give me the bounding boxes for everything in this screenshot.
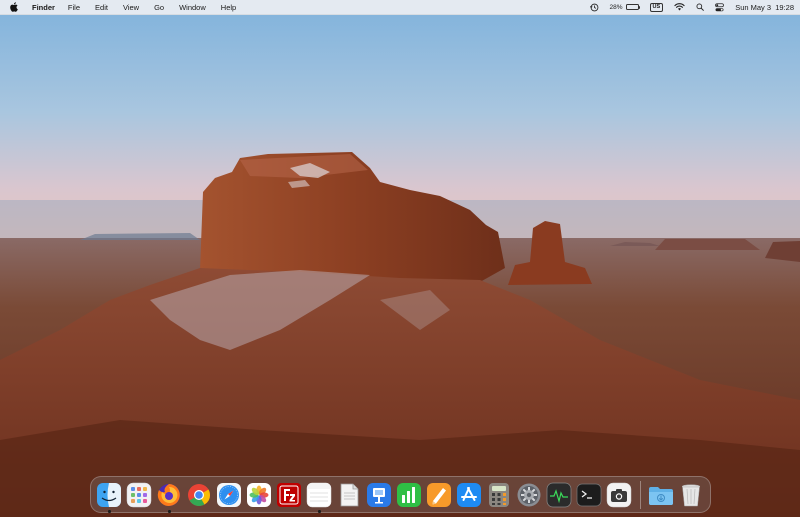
finder-icon (97, 482, 121, 507)
launchpad-icon (126, 482, 152, 507)
downloads-folder-icon (649, 486, 673, 505)
dock-app-textedit[interactable] (336, 482, 362, 508)
notes-icon (306, 482, 332, 507)
terminal-icon (576, 483, 602, 506)
photos-icon (247, 482, 271, 507)
input-source-label: US (649, 2, 664, 12)
dock-app-finder[interactable] (96, 482, 122, 513)
dock-app-system-preferences[interactable] (516, 482, 542, 508)
calculator-icon (489, 482, 509, 507)
filezilla-icon (277, 482, 301, 507)
activity-monitor-icon (546, 482, 572, 507)
textedit-icon (340, 483, 359, 506)
dock-app-calculator[interactable] (486, 482, 512, 508)
screenshot-icon (606, 482, 632, 507)
running-indicator (168, 510, 171, 513)
time-machine-icon[interactable] (589, 3, 599, 12)
dock-separator (640, 480, 641, 509)
battery-status[interactable]: 28% (609, 0, 641, 15)
dock-app-firefox[interactable] (156, 482, 182, 513)
dock-app-safari[interactable] (216, 482, 242, 508)
clock-date: Sun May 3 (735, 2, 772, 12)
spotlight-search-icon[interactable] (696, 3, 705, 11)
wifi-icon[interactable] (674, 3, 685, 11)
menu-window[interactable]: Window (179, 0, 206, 15)
control-center-icon[interactable] (715, 2, 725, 12)
apple-logo-icon[interactable] (10, 2, 22, 12)
monument-valley-wallpaper (0, 0, 800, 517)
running-indicator (318, 510, 321, 513)
app-store-icon (457, 482, 481, 507)
dock (90, 476, 711, 513)
system-preferences-icon (517, 483, 541, 506)
pages-icon (427, 482, 451, 507)
menu-clock[interactable]: Sun May 3 19:28 (735, 0, 794, 15)
firefox-icon (157, 483, 180, 506)
keynote-icon (367, 482, 391, 507)
dock-app-app-store[interactable] (456, 482, 482, 508)
input-source-menu[interactable]: US (649, 2, 664, 12)
menu-help[interactable]: Help (221, 0, 236, 15)
menu-edit[interactable]: Edit (95, 0, 108, 15)
dock-app-keynote[interactable] (366, 482, 392, 508)
dock-app-activity-monitor[interactable] (546, 482, 572, 508)
dock-app-filezilla[interactable] (276, 482, 302, 508)
menu-view[interactable]: View (123, 0, 139, 15)
dock-folder-downloads[interactable] (648, 482, 674, 508)
battery-percent: 28% (609, 3, 623, 11)
menu-file[interactable]: File (68, 0, 80, 15)
trash-icon (681, 483, 701, 506)
menu-bar-left: Finder File Edit View Go Window Help (10, 0, 251, 15)
dock-app-pages[interactable] (426, 482, 452, 508)
dock-trash[interactable] (678, 482, 704, 508)
dock-app-notes[interactable] (306, 482, 332, 513)
dock-app-terminal[interactable] (576, 482, 602, 508)
clock-time: 19:28 (775, 2, 794, 12)
running-indicator (108, 510, 111, 513)
battery-icon (625, 4, 641, 10)
menu-app-name[interactable]: Finder (32, 0, 55, 15)
dock-app-photos[interactable] (246, 482, 272, 508)
numbers-icon (397, 482, 421, 507)
menu-bar: Finder File Edit View Go Window Help 28%… (0, 0, 800, 15)
menu-go[interactable]: Go (154, 0, 164, 15)
dock-app-launchpad[interactable] (126, 482, 152, 508)
dock-app-numbers[interactable] (396, 482, 422, 508)
chrome-icon (188, 483, 210, 506)
menu-bar-status: 28% US Sun May 3 19:28 (579, 0, 794, 15)
dock-app-screenshot[interactable] (606, 482, 632, 508)
dock-app-chrome[interactable] (186, 482, 212, 508)
safari-icon (217, 482, 241, 507)
desktop-wallpaper (0, 0, 800, 517)
